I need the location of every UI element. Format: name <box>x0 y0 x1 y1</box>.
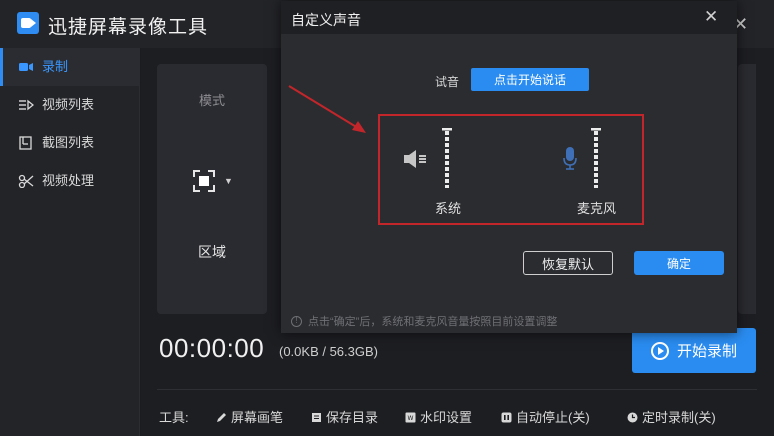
storage-info: (0.0KB / 56.3GB) <box>279 344 378 359</box>
dialog-title: 自定义声音 <box>291 12 361 28</box>
restore-default-button[interactable]: 恢复默认 <box>523 251 613 275</box>
microphone-label: 麦克风 <box>577 201 617 216</box>
custom-sound-dialog: 自定义声音 ✕ 试音 点击开始说话 系统 麦克风 恢复默认 确定 ! 点击“确定… <box>281 1 737 333</box>
dialog-note: ! 点击“确定”后，系统和麦克风音量按照目前设置调整 <box>291 313 557 329</box>
mode-card[interactable]: 模式 ▼ 区域 <box>157 64 267 314</box>
chevron-down-icon[interactable]: ▼ <box>224 176 233 186</box>
tool-screen-pen[interactable]: 屏幕画笔 <box>216 407 283 426</box>
mode-label: 模式 <box>198 93 225 108</box>
side-panel-card <box>738 64 756 314</box>
sidebar: 录制 视频列表 截图列表 视频处理 <box>0 48 140 436</box>
dialog-header: 自定义声音 ✕ <box>281 1 737 34</box>
tool-auto-stop[interactable]: 自动停止(关) <box>501 407 590 426</box>
watermark-icon: W <box>405 411 416 423</box>
play-icon <box>650 341 669 360</box>
sidebar-item-video-process[interactable]: 视频处理 <box>0 162 140 200</box>
divider <box>157 389 757 390</box>
start-speaking-button[interactable]: 点击开始说话 <box>471 68 589 91</box>
microphone-icon <box>562 146 578 172</box>
tools-label: 工具: <box>159 410 189 425</box>
video-list-icon <box>18 98 35 112</box>
record-timer: 00:00:00 <box>159 333 265 363</box>
dialog-note-text: 点击“确定”后，系统和麦克风音量按照目前设置调整 <box>308 316 558 328</box>
sound-test-label: 试音 <box>435 75 460 89</box>
region-label: 区域 <box>198 244 226 260</box>
info-icon: ! <box>291 315 302 327</box>
region-select-icon[interactable] <box>193 170 215 192</box>
system-volume-slider[interactable] <box>440 128 454 188</box>
start-record-button[interactable]: 开始录制 <box>632 328 756 373</box>
system-label: 系统 <box>435 201 462 216</box>
auto-stop-icon <box>501 411 512 423</box>
video-camera-icon <box>18 60 34 74</box>
tool-scheduled-record[interactable]: 定时录制(关) <box>627 407 716 426</box>
tool-watermark[interactable]: W 水印设置 <box>405 407 472 426</box>
sidebar-item-label: 视频列表 <box>42 97 95 112</box>
tools-bar: 工具: 屏幕画笔 保存目录 W 水印设置 自动停止(关) 定时录制(关) <box>159 407 759 425</box>
screenshot-list-icon <box>18 136 34 150</box>
app-logo-icon <box>17 12 39 34</box>
speaker-icon <box>403 149 431 169</box>
pen-icon <box>216 411 227 422</box>
sidebar-item-label: 录制 <box>42 59 69 74</box>
start-record-label: 开始录制 <box>676 343 737 360</box>
sidebar-item-screenshot-list[interactable]: 截图列表 <box>0 124 140 162</box>
sidebar-item-label: 截图列表 <box>42 135 95 150</box>
clock-icon <box>627 411 638 423</box>
sidebar-item-label: 视频处理 <box>42 173 95 188</box>
confirm-button[interactable]: 确定 <box>634 251 724 275</box>
sidebar-item-record[interactable]: 录制 <box>0 48 140 86</box>
microphone-volume-slider[interactable] <box>589 128 603 188</box>
folder-icon <box>311 411 322 422</box>
svg-text:W: W <box>408 415 414 422</box>
close-icon[interactable]: ✕ <box>704 7 718 27</box>
video-process-icon <box>18 174 34 189</box>
sidebar-item-video-list[interactable]: 视频列表 <box>0 86 140 124</box>
app-title: 迅捷屏幕录像工具 <box>48 17 209 38</box>
tool-save-folder[interactable]: 保存目录 <box>311 407 378 426</box>
